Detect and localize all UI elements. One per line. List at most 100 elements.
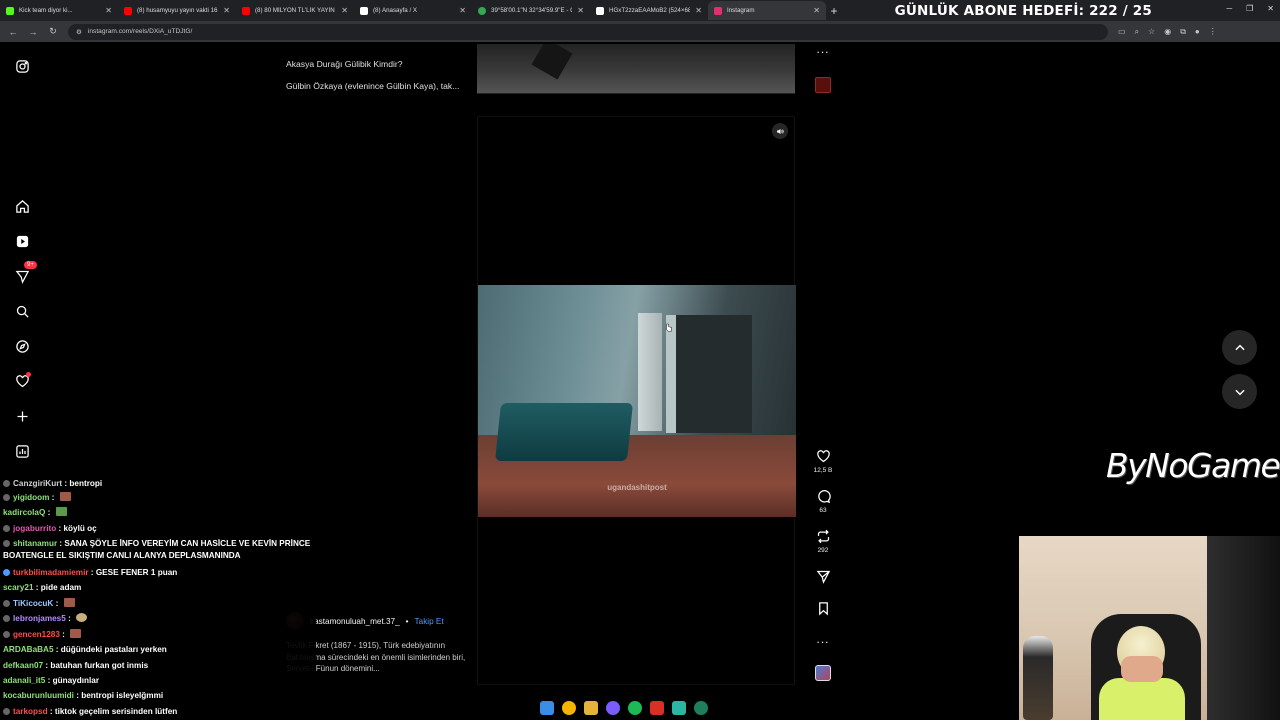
menu-dots-icon[interactable]: ⋮ [1209, 27, 1217, 37]
folder-icon[interactable] [584, 701, 598, 715]
puzzle-icon[interactable]: ⧉ [1180, 27, 1186, 37]
streamer-logo: ByNoGame [1106, 446, 1280, 485]
chat-message: kadircolaQ : [3, 507, 313, 519]
video-watermark: ugandashitpost [607, 483, 667, 492]
prev-more-options-icon[interactable]: ... [808, 42, 838, 56]
hand-cursor-icon [666, 323, 672, 332]
author-username[interactable]: kastamonuluah_met.37_ [310, 617, 400, 626]
tab-title: Instagram [727, 7, 755, 14]
share-icon [816, 570, 830, 584]
browser-tab[interactable]: (8) husamyuyu yayın vakti 16 - ✕ [118, 1, 236, 20]
close-tab-icon[interactable]: ✕ [341, 6, 348, 15]
more-options-icon[interactable]: ... [808, 632, 838, 646]
window-controls: ─ ❐ ✕ [1226, 4, 1274, 13]
previous-reel-button[interactable] [1222, 330, 1257, 365]
close-tab-icon[interactable]: ✕ [695, 6, 702, 15]
browser-tab[interactable]: 39°58'00.1"N 32°34'59.9"E - Go ✕ [472, 1, 590, 20]
youtube-icon [124, 6, 132, 15]
messages-icon[interactable]: 9+ [13, 261, 37, 285]
previous-reel-snippet[interactable]: Gülbin Özkaya (evlenince Gülbin Kaya), t… [286, 75, 466, 97]
dashboard-icon[interactable] [13, 442, 31, 460]
comment-icon [817, 490, 831, 504]
create-icon[interactable] [13, 407, 31, 425]
minimize-icon[interactable]: ─ [1226, 4, 1232, 13]
reload-icon[interactable]: ↻ [48, 26, 58, 37]
close-window-icon[interactable]: ✕ [1267, 4, 1274, 13]
app-icon[interactable] [694, 701, 708, 715]
app-icon[interactable] [672, 701, 686, 715]
chevron-up-icon [1234, 344, 1245, 350]
chat-message: jogaburrito : köylü oç [3, 523, 313, 535]
browser-tab[interactable]: (8) 80 MİLYON TL'LİK YAYIN ✕ [236, 1, 354, 20]
browser-tab[interactable]: (8) Anasayfa / X ✕ [354, 1, 472, 20]
badge-icon [3, 569, 10, 576]
discord-icon[interactable] [606, 701, 620, 715]
back-icon[interactable]: ← [8, 27, 18, 37]
streamer-shirt [1099, 678, 1185, 720]
author-separator: • [405, 616, 409, 626]
site-info-icon[interactable]: ⚙ [76, 28, 82, 36]
chat-message: tarkopsd : tiktok geçelim serisinden lüt… [3, 706, 313, 718]
reel-video-player[interactable]: ugandashitpost [477, 116, 796, 685]
save-button[interactable] [808, 601, 838, 619]
close-tab-icon[interactable]: ✕ [223, 6, 230, 15]
zoom-icon[interactable]: ⌕ [1135, 27, 1139, 37]
reel-action-rail: ... 12,5 B 63 292 ... [808, 0, 838, 720]
profile-avatar-icon[interactable]: ● [1195, 27, 1200, 37]
bookmark-star-icon[interactable]: ☆ [1148, 27, 1155, 37]
chat-message: yigidoom : [3, 492, 313, 504]
reels-icon[interactable] [13, 232, 31, 250]
notification-dot [26, 372, 31, 377]
chat-message: CanzgiriKurt : bentropi [3, 478, 313, 490]
heart-icon[interactable] [13, 372, 31, 390]
home-icon[interactable] [13, 197, 31, 215]
cast-icon[interactable]: ▭ [1118, 27, 1126, 37]
chat-message: adanali_it5 : günaydınlar [3, 676, 100, 685]
browser-tab[interactable]: Kick team diyor ki... ✕ [0, 1, 118, 20]
comment-button[interactable]: 63 [808, 489, 838, 514]
chat-message: defkaan07 : batuhan furkan got inmis [3, 661, 149, 670]
address-bar[interactable]: ⚙ instagram.com/reels/DXiA_uTDJtG/ [68, 23, 1108, 40]
kick-icon [6, 6, 14, 15]
follow-button[interactable]: Takip Et [415, 617, 444, 626]
chat-message: ARDABaBA5 : düğündeki pastaları yerken [3, 645, 167, 654]
search-icon[interactable] [13, 302, 31, 320]
badge-icon [3, 540, 10, 547]
chat-message: lebronjames5 : [3, 613, 313, 625]
tab-title: (8) Anasayfa / X [373, 7, 418, 14]
previous-audio-thumbnail[interactable] [815, 77, 831, 93]
badge-icon [3, 525, 10, 532]
sofa-shape [494, 403, 634, 461]
emote-icon [63, 598, 75, 607]
instagram-sidebar: 9+ [0, 42, 46, 478]
emote-icon [70, 629, 82, 638]
chat-message: gencen1283 : [3, 629, 313, 641]
webcam-overlay [1019, 536, 1207, 720]
browser-toolbar: ← → ↻ ⚙ instagram.com/reels/DXiA_uTDJtG/… [0, 21, 1280, 42]
app-icon[interactable] [650, 701, 664, 715]
spotify-icon[interactable] [628, 701, 642, 715]
repost-count: 292 [817, 547, 829, 554]
instagram-icon[interactable] [13, 57, 31, 75]
close-tab-icon[interactable]: ✕ [459, 6, 466, 15]
audio-thumbnail[interactable] [815, 665, 831, 681]
windows-start-icon[interactable] [540, 701, 554, 715]
forward-icon[interactable]: → [28, 27, 38, 37]
volume-icon[interactable] [772, 123, 788, 139]
chat-message: kocaburunluumidi : bentropi isleyelğmmi [3, 691, 164, 700]
explore-icon[interactable] [13, 337, 31, 355]
previous-reel-video[interactable] [477, 44, 795, 94]
extension-icon[interactable]: ◉ [1164, 27, 1171, 37]
badge-icon [3, 480, 10, 487]
close-tab-icon[interactable]: ✕ [577, 6, 584, 15]
repost-button[interactable]: 292 [808, 529, 838, 554]
close-tab-icon[interactable]: ✕ [105, 6, 112, 15]
chrome-icon[interactable] [562, 701, 576, 715]
like-button[interactable]: 12,5 B [808, 449, 838, 474]
next-reel-button[interactable] [1222, 374, 1257, 409]
tab-title: Kick team diyor ki... [19, 7, 73, 14]
maximize-icon[interactable]: ❐ [1246, 4, 1253, 13]
stream-chat: CanzgiriKurt : bentropi yigidoom : kadir… [0, 478, 316, 720]
browser-tab[interactable]: HGxT2zzaEAAMoB2 (524×680) ✕ [590, 1, 708, 20]
share-button[interactable] [808, 569, 838, 587]
